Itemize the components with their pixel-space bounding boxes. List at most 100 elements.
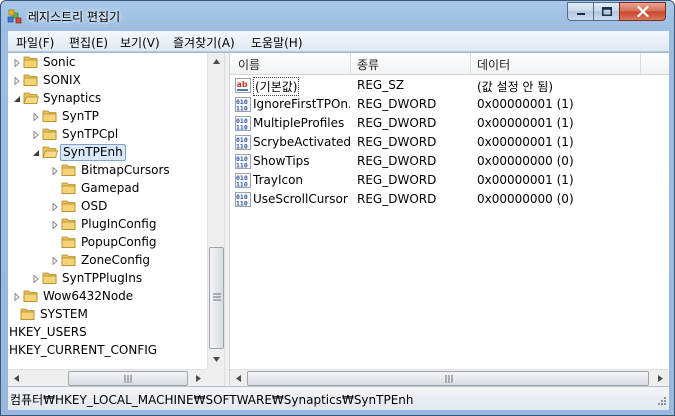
close-button[interactable] bbox=[619, 2, 666, 21]
column-divider[interactable] bbox=[640, 53, 641, 75]
collapsed-arrow-icon[interactable] bbox=[13, 77, 21, 85]
folder-icon bbox=[42, 128, 57, 140]
tree-item[interactable]: OSD bbox=[8, 198, 207, 216]
tree-item[interactable]: PlugInConfig bbox=[8, 216, 207, 234]
svg-text:110: 110 bbox=[236, 181, 248, 189]
folder-icon bbox=[61, 218, 76, 230]
binary-value-icon: 010110 bbox=[235, 116, 251, 131]
value-data: 0x00000001 (1) bbox=[477, 173, 574, 187]
expanded-arrow-icon[interactable] bbox=[32, 149, 40, 157]
tree-item[interactable]: Synaptics bbox=[8, 90, 207, 108]
registry-tree[interactable]: Sonic SONIX Synaptics SynTP SynTPCpl SynTPEnh… bbox=[8, 53, 225, 386]
expanded-arrow-icon[interactable] bbox=[13, 95, 21, 103]
column-divider[interactable] bbox=[350, 53, 351, 75]
tree-item[interactable]: HKEY_CURRENT_CONFIG bbox=[8, 342, 207, 360]
tree-item[interactable]: SynTPEnh bbox=[8, 144, 207, 162]
value-row[interactable]: ab (기본값) REG_SZ (값 설정 안 됨) bbox=[230, 76, 669, 96]
folder-icon bbox=[61, 182, 76, 194]
arrow-right-icon bbox=[196, 375, 201, 382]
value-type: REG_DWORD bbox=[357, 116, 437, 130]
value-row[interactable]: 010 110 ShowTips REG_DWORD 0x00000000 (0) bbox=[230, 152, 669, 171]
tree-horizontal-scrollbar[interactable] bbox=[8, 369, 207, 386]
tree-item-label: SynTPEnh bbox=[60, 144, 126, 161]
tree-item[interactable]: SONIX bbox=[8, 72, 207, 90]
value-type: REG_SZ bbox=[357, 78, 405, 92]
collapsed-arrow-icon[interactable] bbox=[13, 293, 21, 301]
collapsed-arrow-icon[interactable] bbox=[51, 203, 59, 211]
tree-item-label: Sonic bbox=[43, 55, 76, 69]
binary-value-icon: 010110 bbox=[235, 154, 251, 169]
collapsed-arrow-icon[interactable] bbox=[32, 275, 40, 283]
scroll-right-button[interactable] bbox=[652, 370, 669, 386]
menu-help[interactable]: 도움말(H) bbox=[251, 34, 303, 51]
menu-view[interactable]: 보기(V) bbox=[120, 34, 160, 51]
tree-item[interactable]: PopupConfig bbox=[8, 234, 207, 252]
value-data: 0x00000001 (1) bbox=[477, 97, 574, 111]
folder-icon bbox=[61, 200, 76, 212]
values-list[interactable]: 이름 종류 데이터 ab (기본값) REG_SZ (값 설정 안 됨) 010 110 I… bbox=[230, 53, 669, 386]
value-row[interactable]: 010 110 MultipleProfiles REG_DWORD 0x0000000… bbox=[230, 114, 669, 133]
tree-item-label: Wow6432Node bbox=[43, 289, 134, 303]
tree-item[interactable]: SynTP bbox=[8, 108, 207, 126]
collapsed-arrow-icon[interactable] bbox=[51, 221, 59, 229]
menu-favorites[interactable]: 즐겨찾기(A) bbox=[173, 34, 235, 51]
tree-item[interactable]: SYSTEM bbox=[8, 306, 207, 324]
collapsed-arrow-icon[interactable] bbox=[32, 113, 40, 121]
value-row[interactable]: 010 110 UseScrollCursor REG_DWORD 0x00000000… bbox=[230, 190, 669, 209]
registry-editor-window: 레지스트리 편집기 파일(F) 편집(E) 보기(V) 즐겨찾기(A) 도움말(… bbox=[0, 0, 675, 416]
value-name: (기본값) bbox=[253, 77, 300, 96]
column-type-header[interactable]: 종류 bbox=[357, 56, 379, 73]
collapsed-arrow-icon[interactable] bbox=[32, 131, 40, 139]
folder-icon bbox=[23, 290, 38, 302]
scroll-up-button[interactable] bbox=[208, 53, 224, 70]
value-row[interactable]: 010110ScrybeActivated... REG_DWORD 0x00000… bbox=[230, 133, 669, 152]
arrow-right-icon bbox=[658, 375, 663, 382]
tree-scroll-thumb[interactable] bbox=[209, 247, 224, 349]
value-row[interactable]: 010 110 TrayIcon REG_DWORD 0x00000001 (1) bbox=[230, 171, 669, 190]
value-row[interactable]: 010 110 IgnoreFirstTPOn... REG_DWORD 0x00000… bbox=[230, 95, 669, 114]
scroll-left-button[interactable] bbox=[8, 370, 25, 386]
collapsed-arrow-icon[interactable] bbox=[51, 167, 59, 175]
tree-item-label: Gamepad bbox=[81, 181, 140, 195]
tree-item[interactable]: ZoneConfig bbox=[8, 252, 207, 270]
tree-item-label: Synaptics bbox=[43, 91, 102, 105]
tree-item[interactable]: HKEY_USERS bbox=[8, 324, 207, 342]
scroll-down-button[interactable] bbox=[208, 351, 224, 368]
tree-item[interactable]: BitmapCursors bbox=[8, 162, 207, 180]
minimize-button[interactable] bbox=[567, 2, 594, 21]
scroll-right-button[interactable] bbox=[190, 370, 207, 386]
scroll-left-button[interactable] bbox=[230, 370, 247, 386]
tree-item-label: SynTPPlugIns bbox=[62, 271, 143, 285]
column-name-header[interactable]: 이름 bbox=[238, 56, 260, 73]
maximize-icon bbox=[601, 7, 612, 16]
registry-editor-icon bbox=[7, 9, 22, 24]
column-data-header[interactable]: 데이터 bbox=[477, 56, 510, 73]
grip-icon bbox=[445, 375, 453, 383]
folder-icon bbox=[61, 236, 76, 248]
tree-item-label: HKEY_CURRENT_CONFIG bbox=[9, 343, 158, 357]
title-bar[interactable]: 레지스트리 편집기 bbox=[1, 1, 674, 31]
value-name: TrayIcon bbox=[253, 173, 304, 187]
menu-file[interactable]: 파일(F) bbox=[16, 34, 54, 51]
resize-grip-icon[interactable] bbox=[655, 396, 667, 408]
collapsed-arrow-icon[interactable] bbox=[51, 257, 59, 265]
tree-item[interactable]: Gamepad bbox=[8, 180, 207, 198]
no-expander bbox=[51, 185, 59, 193]
column-divider[interactable] bbox=[470, 53, 471, 75]
tree-item[interactable]: Wow6432Node bbox=[8, 288, 207, 306]
maximize-button[interactable] bbox=[593, 2, 620, 21]
tree-item[interactable]: Sonic bbox=[8, 54, 207, 72]
tree-vertical-scrollbar[interactable] bbox=[207, 53, 224, 369]
tree-item[interactable]: SynTPPlugIns bbox=[8, 270, 207, 288]
collapsed-arrow-icon[interactable] bbox=[13, 59, 21, 67]
menu-edit[interactable]: 편집(E) bbox=[69, 34, 108, 51]
value-name: ScrybeActivated... bbox=[253, 135, 350, 149]
grip-icon bbox=[124, 375, 132, 383]
arrow-left-icon bbox=[236, 375, 241, 382]
tree-item-label: SONIX bbox=[43, 73, 81, 87]
list-hscroll-thumb[interactable] bbox=[247, 371, 649, 386]
list-horizontal-scrollbar[interactable] bbox=[230, 369, 669, 386]
svg-text:ab: ab bbox=[237, 80, 248, 89]
tree-hscroll-thumb[interactable] bbox=[68, 371, 188, 386]
tree-item[interactable]: SynTPCpl bbox=[8, 126, 207, 144]
